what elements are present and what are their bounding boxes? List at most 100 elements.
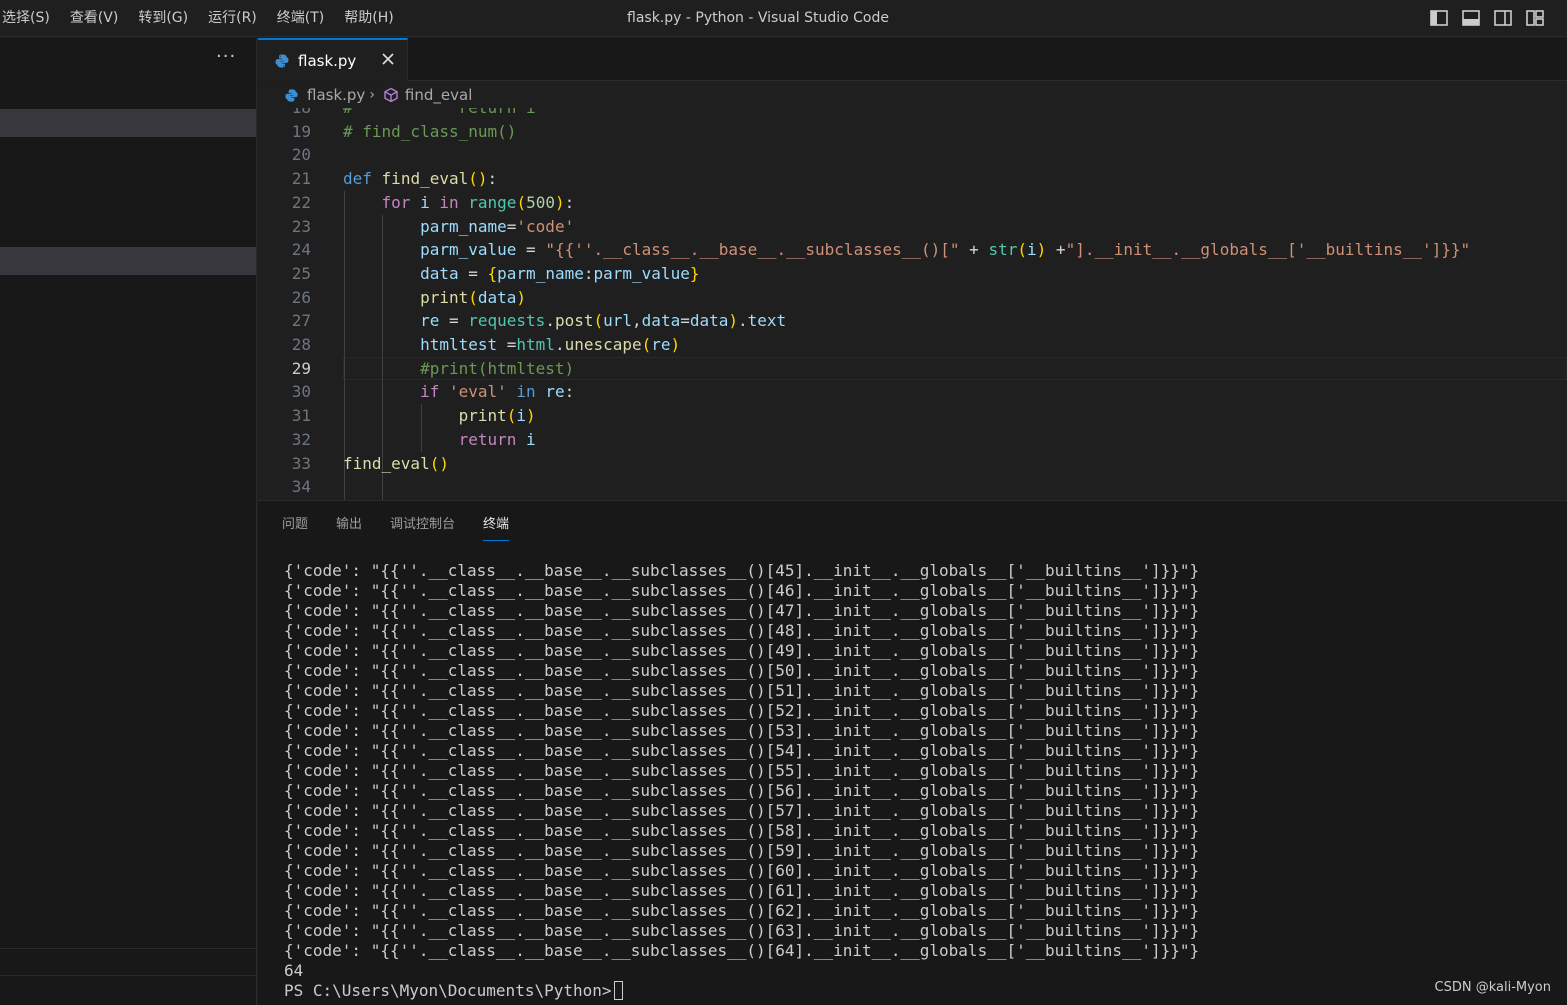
code-line[interactable]: 33 find_eval() — [258, 452, 1567, 476]
line-number: 22 — [291, 192, 311, 212]
code-text: for i in range(500): — [381, 192, 575, 212]
terminal-line: {'code': "{{''.__class__.__base__.__subc… — [284, 661, 1200, 680]
terminal-line: {'code': "{{''.__class__.__base__.__subc… — [284, 881, 1200, 900]
terminal-line: {'code': "{{''.__class__.__base__.__subc… — [284, 861, 1200, 880]
code-text: find_eval() — [343, 453, 449, 473]
line-number: 20 — [291, 145, 311, 165]
terminal-line: {'code': "{{''.__class__.__base__.__subc… — [284, 921, 1200, 940]
code-text: parm_value = "{{''.__class__.__base__.__… — [420, 240, 1471, 260]
panel-tab[interactable]: 终端 — [483, 513, 510, 541]
customize-layout-icon[interactable] — [1525, 8, 1545, 28]
python-file-icon — [275, 54, 289, 67]
line-number: 18 — [258, 108, 311, 120]
line-number: 26 — [291, 287, 311, 307]
terminal-line: {'code': "{{''.__class__.__base__.__subc… — [284, 781, 1200, 800]
sidebar-selected-item[interactable] — [0, 109, 256, 137]
code-text: print(data) — [420, 287, 527, 307]
code-line[interactable]: 31 print(i) — [258, 404, 1567, 428]
terminal-line: {'code': "{{''.__class__.__base__.__subc… — [284, 721, 1200, 740]
code-line[interactable]: 18 # return i — [258, 108, 1567, 120]
line-number: 33 — [291, 453, 311, 473]
line-number: 28 — [291, 335, 311, 354]
terminal-line: {'code': "{{''.__class__.__base__.__subc… — [284, 821, 1200, 840]
editor-tabs: flask.py — [258, 38, 1567, 81]
line-number: 21 — [291, 169, 311, 189]
panel-tabs: 问题 输出 调试控制台 终端 — [282, 513, 510, 541]
code-line[interactable]: 20 — [258, 143, 1567, 167]
sidebar-divider — [0, 948, 256, 949]
code-text: htmltest =html.unescape(re) — [420, 335, 681, 354]
method-symbol-icon — [384, 87, 398, 103]
line-number: 23 — [291, 216, 311, 236]
panel-tab[interactable]: 调试控制台 — [390, 513, 455, 541]
window-title: flask.py - Python - Visual Studio Code — [627, 10, 889, 26]
terminal-line: {'code': "{{''.__class__.__base__.__subc… — [284, 701, 1200, 720]
panel-tab[interactable]: 问题 — [282, 513, 308, 541]
line-number: 29 — [291, 358, 311, 378]
code-line[interactable]: 19 # find_class_num() — [258, 120, 1567, 144]
terminal-cursor — [613, 981, 623, 1000]
terminal-line: {'code': "{{''.__class__.__base__.__subc… — [284, 601, 1200, 620]
breadcrumb-file[interactable]: flask.py — [307, 86, 365, 104]
terminal-prompt-line[interactable]: PS C:\Users\Myon\Documents\Python> — [284, 981, 1199, 1001]
sidebar-divider — [0, 975, 256, 976]
sidebar-section-header[interactable] — [0, 247, 256, 275]
line-number: 25 — [291, 263, 311, 283]
terminal-line: {'code': "{{''.__class__.__base__.__subc… — [284, 841, 1200, 860]
sidebar: ··· — [0, 38, 257, 1005]
line-number: 34 — [291, 477, 311, 497]
code-text: # find_class_num() — [343, 121, 517, 141]
code-text: re = requests.post(url,data=data).text — [420, 311, 787, 331]
terminal-line: {'code': "{{''.__class__.__base__.__subc… — [284, 561, 1200, 580]
code-line[interactable]: 28 htmltest =html.unescape(re) — [258, 333, 1567, 357]
code-line[interactable]: 32 return i — [258, 428, 1567, 452]
breadcrumb-symbol[interactable]: find_eval — [405, 86, 472, 104]
title-bar: 选择(S) 查看(V) 转到(G) 运行(R) 终端(T) 帮助(H) flask.py … — [0, 0, 1567, 37]
bottom-panel: 问题 输出 调试控制台 终端 {'code': "{{''.__class__.__b… — [258, 500, 1567, 1005]
terminal-line: {'code': "{{''.__class__.__base__.__subc… — [284, 941, 1200, 960]
terminal-line: {'code': "{{''.__class__.__base__.__subc… — [284, 801, 1200, 820]
terminal-line: {'code': "{{''.__class__.__base__.__subc… — [284, 741, 1200, 760]
terminal-line: 64 — [284, 961, 304, 980]
code-text: #print(htmltest) — [420, 358, 575, 378]
line-number: 32 — [291, 429, 311, 449]
code-line[interactable]: 30 if 'eval' in re: — [258, 380, 1567, 404]
terminal-line: {'code': "{{''.__class__.__base__.__subc… — [284, 901, 1200, 920]
code-line[interactable]: 25 data = {parm_name:parm_value} — [258, 262, 1567, 286]
code-text: # return i — [343, 108, 536, 120]
breadcrumb: flask.py › find_eval — [258, 82, 1567, 108]
code-line[interactable]: 21 def find_eval(): — [258, 167, 1567, 191]
code-text: return i — [458, 429, 536, 449]
chevron-right-icon: › — [369, 87, 375, 103]
toggle-secondary-sidebar-icon[interactable] — [1493, 8, 1513, 28]
code-line[interactable]: 24 parm_value = "{{''.__class__.__base__… — [258, 238, 1567, 262]
code-line[interactable]: 26 print(data) — [258, 286, 1567, 310]
line-number: 19 — [291, 121, 311, 141]
terminal-line: {'code': "{{''.__class__.__base__.__subc… — [284, 761, 1200, 780]
toggle-primary-sidebar-icon[interactable] — [1429, 8, 1449, 28]
code-text: if 'eval' in re: — [420, 382, 575, 402]
code-editor[interactable]: 18 # return i 19 # find_class_num() 20 21 def … — [258, 108, 1567, 500]
code-line[interactable]: 23 parm_name='code' — [258, 215, 1567, 239]
terminal-line: {'code': "{{''.__class__.__base__.__subc… — [284, 581, 1200, 600]
tab-flask-py[interactable]: flask.py — [258, 38, 408, 81]
close-icon[interactable] — [379, 50, 397, 68]
python-file-icon — [285, 88, 298, 102]
code-line[interactable]: 27 re = requests.post(url,data=data).tex… — [258, 309, 1567, 333]
panel-tab[interactable]: 输出 — [336, 513, 362, 541]
tab-label: flask.py — [298, 51, 357, 70]
line-number: 27 — [291, 311, 311, 331]
terminal-line: {'code': "{{''.__class__.__base__.__subc… — [284, 681, 1200, 700]
terminal-prompt: PS C:\Users\Myon\Documents\Python> — [284, 981, 612, 1000]
code-line[interactable]: 29 #print(htmltest) — [258, 357, 1567, 381]
terminal-line: {'code': "{{''.__class__.__base__.__subc… — [284, 641, 1200, 660]
code-line[interactable]: 22 for i in range(500): — [258, 191, 1567, 215]
terminal[interactable]: {'code': "{{''.__class__.__base__.__subc… — [284, 561, 1199, 1001]
more-actions-icon[interactable]: ··· — [216, 46, 236, 67]
code-line[interactable]: 34 — [258, 475, 1567, 499]
code-text: def find_eval(): — [343, 169, 498, 189]
line-number: 31 — [291, 406, 311, 426]
toggle-panel-icon[interactable] — [1461, 8, 1481, 28]
layout-controls — [1429, 8, 1545, 28]
code-text: data = {parm_name:parm_value} — [420, 263, 700, 283]
